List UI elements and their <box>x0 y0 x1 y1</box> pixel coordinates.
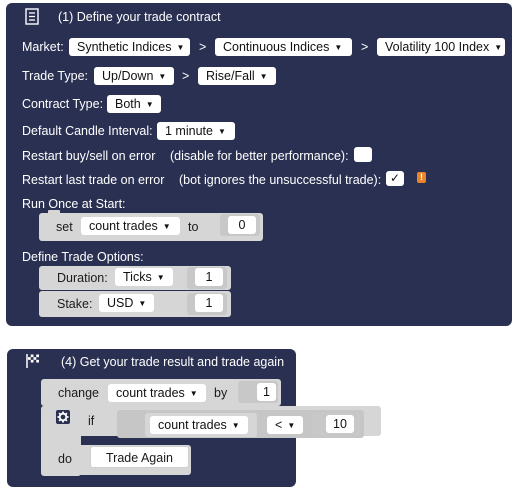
dropdown-arrow-icon: ▼ <box>189 389 198 398</box>
submarket-dropdown[interactable]: Continuous Indices ▼ <box>215 38 352 56</box>
duration-value-field[interactable]: 1 <box>195 268 223 286</box>
trade-type-category-value: Up/Down <box>102 69 154 83</box>
run-once-label: Run Once at Start: <box>22 197 126 211</box>
change-variable-dropdown[interactable]: count trades ▼ <box>108 384 206 402</box>
trade-options-label: Define Trade Options: <box>22 250 144 264</box>
dropdown-arrow-icon: ▼ <box>145 100 154 109</box>
change-label: change <box>58 386 100 400</box>
contract-type-label: Contract Type: <box>22 97 104 111</box>
restart-on-error-checkbox[interactable] <box>354 147 372 162</box>
to-label: to <box>188 220 199 234</box>
warning-icon[interactable]: ! <box>417 172 426 183</box>
set-value-field[interactable]: 0 <box>228 216 256 234</box>
dropdown-arrow-icon: ▼ <box>176 43 185 52</box>
stake-currency-value: USD <box>107 296 134 310</box>
change-variable-value: count trades <box>116 386 185 400</box>
candle-interval-dropdown[interactable]: 1 minute ▼ <box>157 122 235 140</box>
trade-again-label: Trade Again <box>106 451 173 465</box>
list-icon <box>25 8 39 25</box>
candle-interval-value: 1 minute <box>165 124 213 138</box>
separator: > <box>361 40 369 54</box>
symbol-value: Volatility 100 Index <box>385 40 490 54</box>
dropdown-arrow-icon: ▼ <box>162 222 171 231</box>
candle-interval-label: Default Candle Interval: <box>22 124 153 138</box>
dropdown-arrow-icon: ▼ <box>156 273 165 282</box>
contract-type-dropdown[interactable]: Both ▼ <box>107 95 161 113</box>
trade-type-label: Trade Type: <box>22 69 89 83</box>
condition-variable-value: count trades <box>158 418 227 432</box>
check-mark-icon: ✓ <box>389 171 401 185</box>
dropdown-arrow-icon: ▼ <box>138 299 147 308</box>
duration-unit-value: Ticks <box>123 270 152 284</box>
dropdown-arrow-icon: ▼ <box>287 421 296 430</box>
checkered-flag-icon <box>25 353 41 369</box>
stake-value-field[interactable]: 1 <box>195 294 223 312</box>
dropdown-arrow-icon: ▼ <box>259 72 268 81</box>
block-title: (1) Define your trade contract <box>58 10 221 24</box>
stake-label: Stake: <box>57 297 93 311</box>
symbol-dropdown[interactable]: Volatility 100 Index ▼ <box>377 38 505 56</box>
separator: > <box>199 40 207 54</box>
condition-value-field[interactable]: 10 <box>326 415 354 433</box>
stake-currency-dropdown[interactable]: USD ▼ <box>99 294 154 312</box>
if-label: if <box>88 414 95 428</box>
do-label: do <box>58 452 72 466</box>
by-label: by <box>214 386 228 400</box>
restart-last-trade-label: Restart last trade on error <box>22 173 165 187</box>
trade-type-dropdown[interactable]: Rise/Fall ▼ <box>198 67 276 85</box>
duration-unit-dropdown[interactable]: Ticks ▼ <box>115 268 173 286</box>
contract-type-value: Both <box>115 97 141 111</box>
dropdown-arrow-icon: ▼ <box>334 43 343 52</box>
market-value: Synthetic Indices <box>77 40 172 54</box>
dropdown-arrow-icon: ▼ <box>158 72 167 81</box>
block-title: (4) Get your trade result and trade agai… <box>61 355 285 369</box>
trade-type-value: Rise/Fall <box>206 69 255 83</box>
restart-on-error-hint: (disable for better performance): <box>170 149 349 163</box>
change-by-field[interactable]: 1 <box>257 383 276 401</box>
puzzle-connector <box>48 210 60 214</box>
restart-last-trade-checkbox[interactable]: ✓ <box>386 171 404 186</box>
set-variable-dropdown[interactable]: count trades ▼ <box>81 217 180 235</box>
duration-label: Duration: <box>57 271 108 285</box>
gear-icon[interactable] <box>56 410 70 424</box>
condition-variable-dropdown[interactable]: count trades ▼ <box>150 416 248 434</box>
trade-type-category-dropdown[interactable]: Up/Down ▼ <box>94 67 174 85</box>
set-variable-value: count trades <box>89 219 158 233</box>
dropdown-arrow-icon: ▼ <box>217 127 226 136</box>
submarket-value: Continuous Indices <box>223 40 330 54</box>
dropdown-arrow-icon: ▼ <box>494 43 503 52</box>
restart-last-trade-hint: (bot ignores the unsuccessful trade): <box>179 173 382 187</box>
market-dropdown[interactable]: Synthetic Indices ▼ <box>69 38 190 56</box>
operator-value: < <box>275 418 283 432</box>
operator-dropdown[interactable]: < ▼ <box>267 416 303 434</box>
restart-on-error-label: Restart buy/sell on error <box>22 149 156 163</box>
separator: > <box>182 69 190 83</box>
set-label: set <box>56 220 73 234</box>
dropdown-arrow-icon: ▼ <box>231 421 240 430</box>
market-label: Market: <box>22 40 64 54</box>
